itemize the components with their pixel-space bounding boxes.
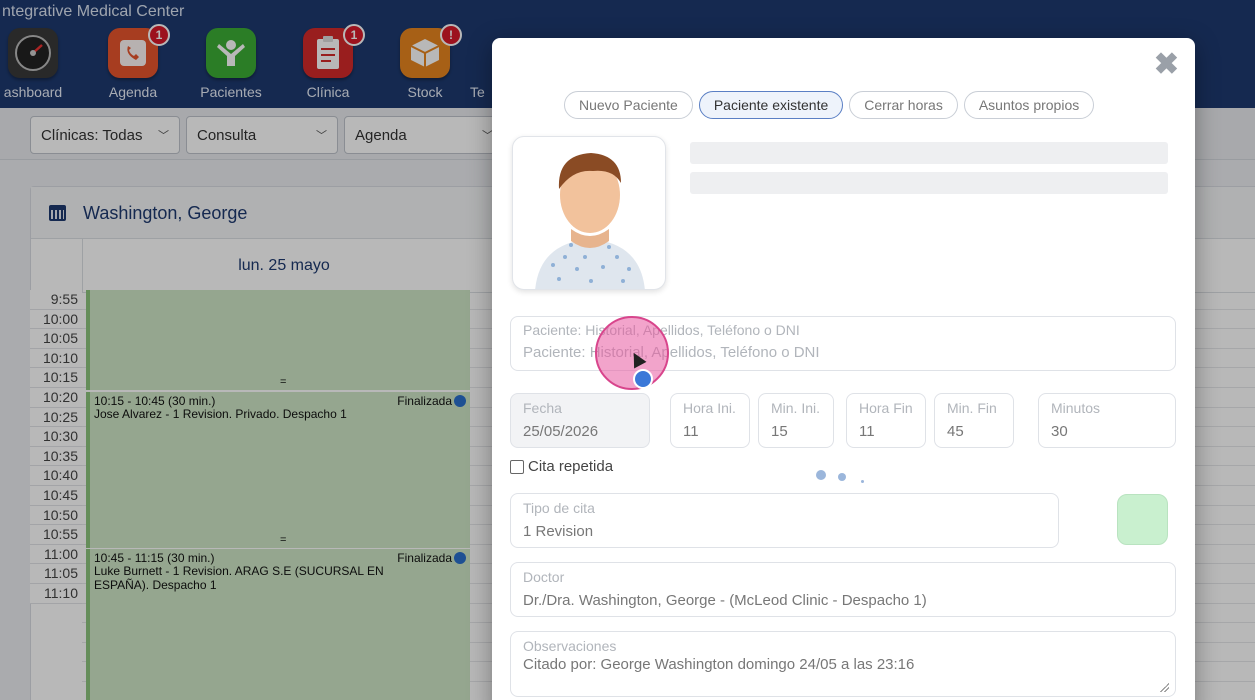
tab-nuevo-paciente[interactable]: Nuevo Paciente bbox=[564, 91, 693, 119]
minutos-value: 30 bbox=[1051, 423, 1068, 440]
hora-ini-field[interactable]: Hora Ini. 11 bbox=[670, 393, 750, 448]
min-ini-field[interactable]: Min. Ini. 15 bbox=[758, 393, 834, 448]
fecha-field[interactable]: Fecha 25/05/2026 bbox=[510, 393, 650, 448]
tipo-cita-value: 1 Revision bbox=[523, 523, 594, 540]
doctor-value: Dr./Dra. Washington, George - (McLeod Cl… bbox=[523, 592, 927, 609]
click-indicator-icon bbox=[633, 369, 653, 389]
hora-fin-label: Hora Fin bbox=[859, 400, 913, 416]
hora-ini-value: 11 bbox=[683, 423, 699, 440]
tab-cerrar-horas[interactable]: Cerrar horas bbox=[849, 91, 958, 119]
appointment-modal: ✖ Nuevo Paciente Paciente existente Cerr… bbox=[492, 38, 1195, 700]
fecha-label: Fecha bbox=[523, 400, 562, 416]
minutos-label: Minutos bbox=[1051, 400, 1101, 416]
cita-repetida-row[interactable]: Cita repetida bbox=[510, 458, 613, 475]
min-fin-label: Min. Fin bbox=[947, 400, 997, 416]
min-fin-field[interactable]: Min. Fin 45 bbox=[934, 393, 1014, 448]
tab-paciente-existente[interactable]: Paciente existente bbox=[698, 91, 844, 119]
doctor-label: Doctor bbox=[523, 569, 565, 585]
patient-avatar bbox=[512, 136, 666, 290]
min-ini-value: 15 bbox=[771, 423, 788, 440]
patient-avatar-icon bbox=[535, 153, 645, 289]
tab-asuntos-propios[interactable]: Asuntos propios bbox=[963, 91, 1095, 119]
resize-handle-icon[interactable] bbox=[1159, 682, 1169, 692]
hora-ini-label: Hora Ini. bbox=[683, 400, 736, 416]
observaciones-field[interactable]: Observaciones Citado por: George Washing… bbox=[510, 631, 1176, 697]
patient-info-placeholder bbox=[690, 142, 1168, 164]
hora-fin-field[interactable]: Hora Fin 11 bbox=[846, 393, 926, 448]
observaciones-value: Citado por: George Washington domingo 24… bbox=[523, 656, 915, 673]
cita-repetida-label: Cita repetida bbox=[528, 458, 614, 475]
modal-tabs: Nuevo Paciente Paciente existente Cerrar… bbox=[564, 91, 1095, 119]
tipo-cita-color-swatch[interactable] bbox=[1117, 494, 1168, 545]
patient-info-placeholder bbox=[690, 172, 1168, 194]
min-fin-value: 45 bbox=[947, 423, 964, 440]
minutos-field[interactable]: Minutos 30 bbox=[1038, 393, 1176, 448]
doctor-field[interactable]: Doctor Dr./Dra. Washington, George - (Mc… bbox=[510, 562, 1176, 617]
observaciones-label: Observaciones bbox=[523, 638, 617, 654]
min-ini-label: Min. Ini. bbox=[771, 400, 821, 416]
hora-fin-value: 11 bbox=[859, 423, 875, 440]
tipo-cita-field[interactable]: Tipo de cita 1 Revision bbox=[510, 493, 1059, 548]
cita-repetida-checkbox[interactable] bbox=[510, 459, 524, 474]
fecha-value: 25/05/2026 bbox=[523, 423, 599, 440]
close-icon[interactable]: ✖ bbox=[1154, 50, 1179, 80]
tipo-cita-label: Tipo de cita bbox=[523, 500, 595, 516]
